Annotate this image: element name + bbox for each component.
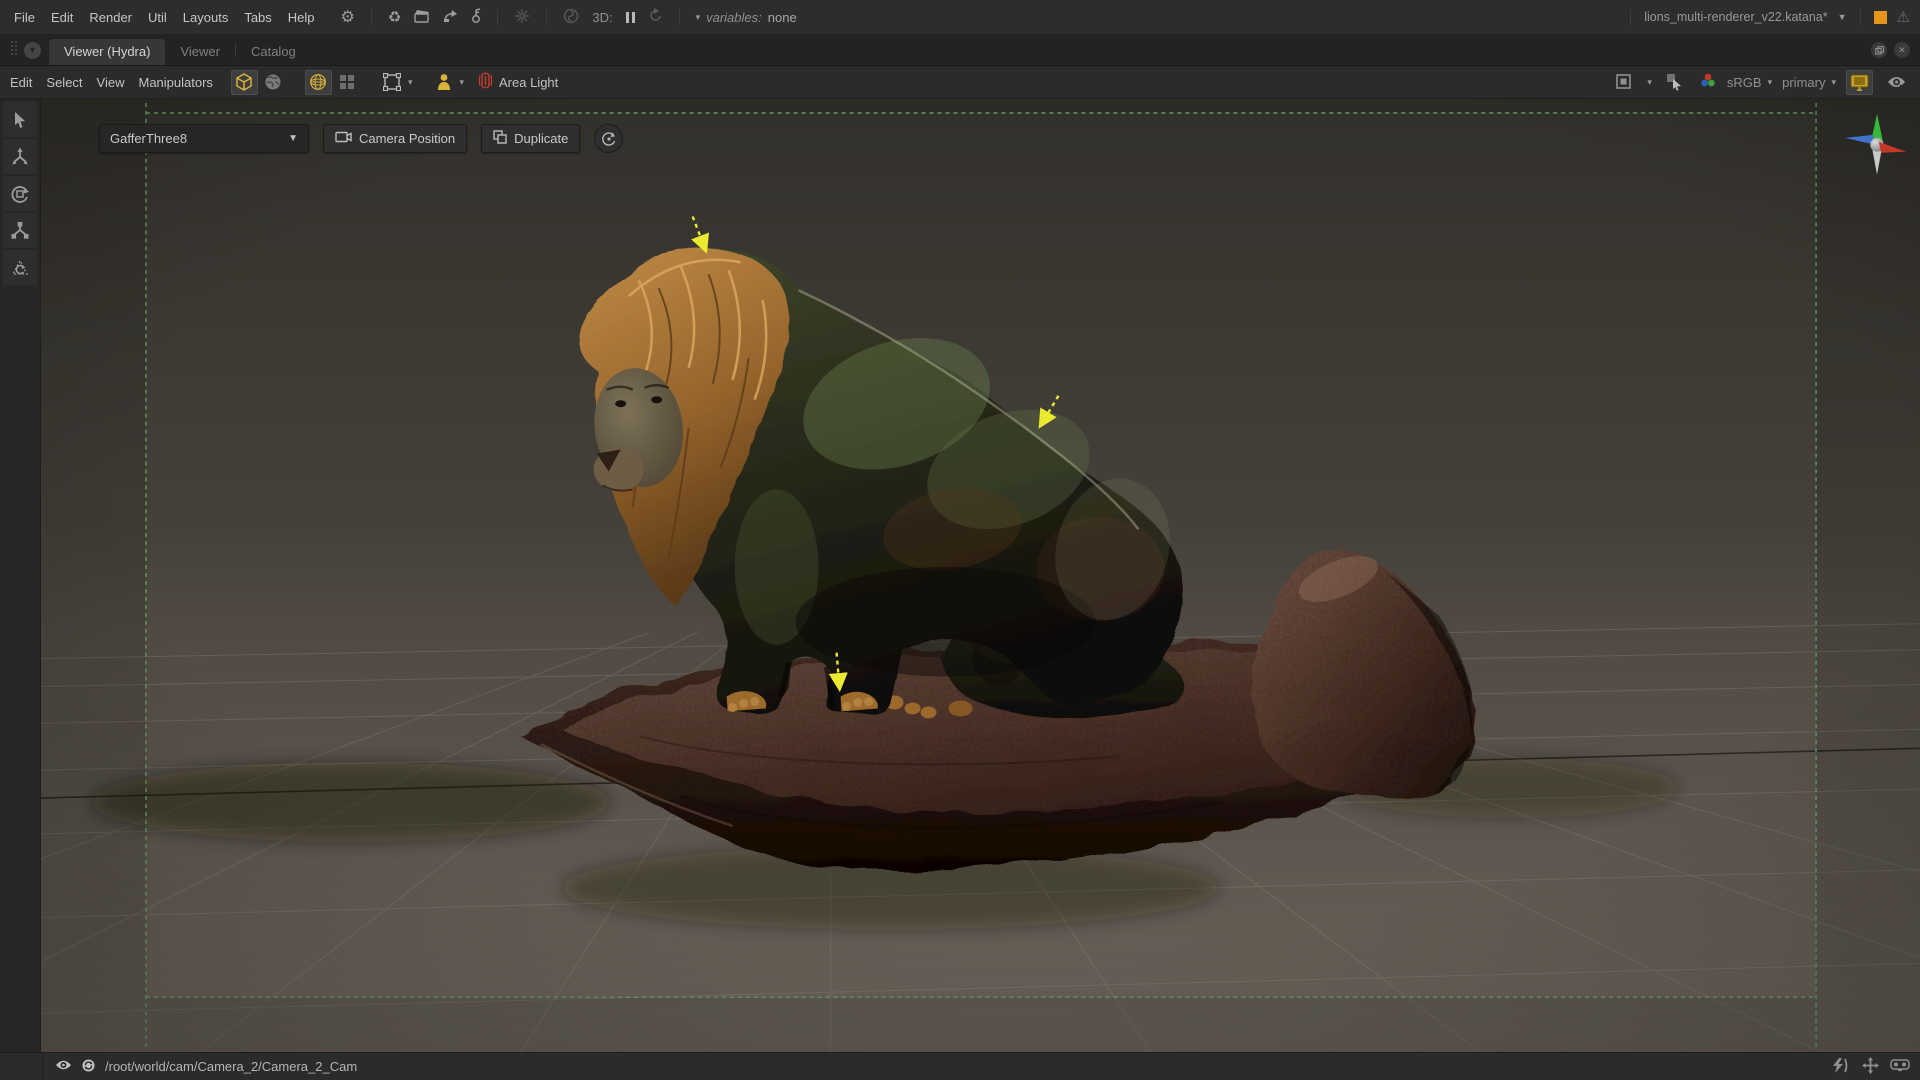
colorspace-dropdown[interactable]: sRGB ▾ bbox=[1727, 75, 1772, 90]
recycle-flush-caches-icon[interactable]: ♻ bbox=[388, 8, 401, 26]
divider bbox=[679, 9, 680, 25]
stereo-goggles-icon[interactable] bbox=[1890, 1059, 1910, 1075]
select-arrow-tool[interactable] bbox=[3, 102, 37, 137]
gaffer-controls: GafferThree8 ▼ Camera Position Duplicate bbox=[99, 124, 623, 153]
chevron-down-icon: ▾ bbox=[1831, 77, 1836, 88]
sync-selection-icon[interactable] bbox=[81, 1058, 96, 1076]
eye-visibility-icon[interactable] bbox=[1883, 70, 1910, 95]
settings-gear-icon[interactable]: ⚙ bbox=[341, 7, 355, 27]
chevron-down-icon[interactable]: ▾ bbox=[1647, 77, 1652, 88]
chevron-down-icon: ▾ bbox=[696, 12, 701, 23]
mode-3d-label: 3D: bbox=[592, 10, 612, 25]
variables-dropdown[interactable]: ▾ variables: none bbox=[696, 10, 797, 25]
duplicate-label: Duplicate bbox=[514, 131, 568, 146]
redo-arrow-icon[interactable] bbox=[443, 9, 458, 26]
katana-swirl-icon bbox=[563, 8, 579, 27]
viewer-status-bar: /root/world/cam/Camera_2/Camera_2_Cam bbox=[0, 1052, 1920, 1080]
wireframe-sphere-icon[interactable] bbox=[305, 70, 332, 95]
duplicate-button[interactable]: Duplicate bbox=[481, 124, 580, 153]
pause-button[interactable] bbox=[626, 12, 635, 23]
main-menus: File Edit Render Util Layouts Tabs Help bbox=[10, 10, 315, 25]
rotate-tool[interactable] bbox=[3, 176, 37, 211]
menu-render[interactable]: Render bbox=[89, 10, 132, 25]
tab-viewer[interactable]: Viewer bbox=[165, 39, 235, 65]
loop-refresh-icon bbox=[648, 8, 663, 26]
render-status-indicator bbox=[1874, 11, 1887, 24]
pane-tab-bar: ▼ Viewer (Hydra) Viewer Catalog ✕ bbox=[0, 35, 1920, 66]
pane-menu-button[interactable]: ▼ bbox=[24, 42, 41, 59]
menu-util[interactable]: Util bbox=[148, 10, 167, 25]
menu-help[interactable]: Help bbox=[288, 10, 315, 25]
channel-dropdown[interactable]: primary ▾ bbox=[1782, 75, 1836, 90]
transform-orient-tool[interactable] bbox=[3, 250, 37, 285]
chevron-down-icon[interactable]: ▾ bbox=[459, 77, 464, 88]
rgb-gamut-icon[interactable] bbox=[1699, 72, 1717, 92]
chevron-down-icon[interactable]: ▾ bbox=[408, 77, 413, 88]
camera-position-button[interactable]: Camera Position bbox=[323, 124, 467, 153]
divider bbox=[1860, 9, 1861, 25]
variables-label: variables: bbox=[706, 10, 762, 25]
divider bbox=[371, 9, 372, 25]
chevron-down-icon: ▾ bbox=[1768, 77, 1773, 88]
monitor-icon[interactable] bbox=[1846, 70, 1873, 95]
gaffer-selector-value: GafferThree8 bbox=[110, 131, 187, 146]
eye-icon[interactable] bbox=[55, 1059, 72, 1074]
viewport-canvas[interactable] bbox=[41, 99, 1920, 1052]
menu-edit[interactable]: Edit bbox=[51, 10, 73, 25]
orbit-light-button[interactable] bbox=[594, 124, 623, 153]
vignette-overlay bbox=[41, 99, 1920, 1052]
clapperboard-icon[interactable] bbox=[414, 9, 430, 26]
hook-icon[interactable] bbox=[471, 8, 481, 27]
divider bbox=[546, 9, 547, 25]
menu-file[interactable]: File bbox=[14, 10, 35, 25]
katana-window: File Edit Render Util Layouts Tabs Help … bbox=[0, 0, 1920, 1080]
warning-triangle-icon[interactable]: ⚠ bbox=[1897, 8, 1910, 26]
globe-world-icon[interactable] bbox=[260, 70, 287, 95]
variables-value: none bbox=[768, 10, 797, 25]
divider bbox=[1630, 9, 1631, 25]
tab-viewer-hydra[interactable]: Viewer (Hydra) bbox=[49, 39, 165, 65]
scale-tool[interactable] bbox=[3, 213, 37, 248]
chevron-down-icon[interactable]: ▼ bbox=[1838, 12, 1847, 22]
area-light-label: Area Light bbox=[499, 75, 558, 90]
menu-layouts[interactable]: Layouts bbox=[183, 10, 229, 25]
area-light-icon bbox=[478, 72, 493, 92]
scene-filename[interactable]: lions_multi-renderer_v22.katana* bbox=[1644, 10, 1827, 24]
camera-icon bbox=[335, 131, 352, 146]
pan-move-icon[interactable] bbox=[1862, 1057, 1879, 1077]
render-flower-icon[interactable] bbox=[514, 8, 530, 27]
area-light-button[interactable]: Area Light bbox=[478, 72, 558, 92]
shaded-mode-cube-icon[interactable] bbox=[231, 70, 258, 95]
person-camera-icon[interactable] bbox=[430, 70, 457, 95]
menu-bar: File Edit Render Util Layouts Tabs Help … bbox=[0, 0, 1920, 35]
viewer-menu-view[interactable]: View bbox=[97, 75, 125, 90]
channel-value: primary bbox=[1782, 75, 1825, 90]
duplicate-icon bbox=[493, 130, 507, 147]
menu-tabs[interactable]: Tabs bbox=[244, 10, 271, 25]
colorspace-value: sRGB bbox=[1727, 75, 1762, 90]
float-pane-icon[interactable] bbox=[1871, 42, 1887, 58]
viewer-menu-manipulators[interactable]: Manipulators bbox=[139, 75, 213, 90]
viewer-menu-edit[interactable]: Edit bbox=[10, 75, 32, 90]
viewport-3d[interactable]: GafferThree8 ▼ Camera Position Duplicate bbox=[41, 99, 1920, 1052]
camera-path-readout: /root/world/cam/Camera_2/Camera_2_Cam bbox=[105, 1059, 357, 1074]
flash-render-icon[interactable] bbox=[1831, 1058, 1851, 1076]
quad-view-icon[interactable] bbox=[334, 70, 361, 95]
pick-cursor-icon[interactable] bbox=[1662, 70, 1689, 95]
tab-catalog[interactable]: Catalog bbox=[236, 39, 311, 65]
camera-position-label: Camera Position bbox=[359, 131, 455, 146]
close-pane-icon[interactable]: ✕ bbox=[1894, 42, 1910, 58]
marquee-select-icon[interactable] bbox=[379, 70, 406, 95]
pane-drag-handle[interactable] bbox=[10, 40, 18, 61]
status-left-pad bbox=[0, 1053, 43, 1080]
translate-tool[interactable] bbox=[3, 139, 37, 174]
viewer-menu-select[interactable]: Select bbox=[46, 75, 82, 90]
viewer-tool-sidebar bbox=[0, 99, 41, 1052]
divider bbox=[497, 9, 498, 25]
layer-display-icon[interactable] bbox=[1610, 70, 1637, 95]
gaffer-selector-dropdown[interactable]: GafferThree8 ▼ bbox=[99, 124, 309, 153]
chevron-down-icon: ▼ bbox=[288, 133, 298, 144]
viewer-toolbar: Edit Select View Manipulators bbox=[0, 66, 1920, 99]
